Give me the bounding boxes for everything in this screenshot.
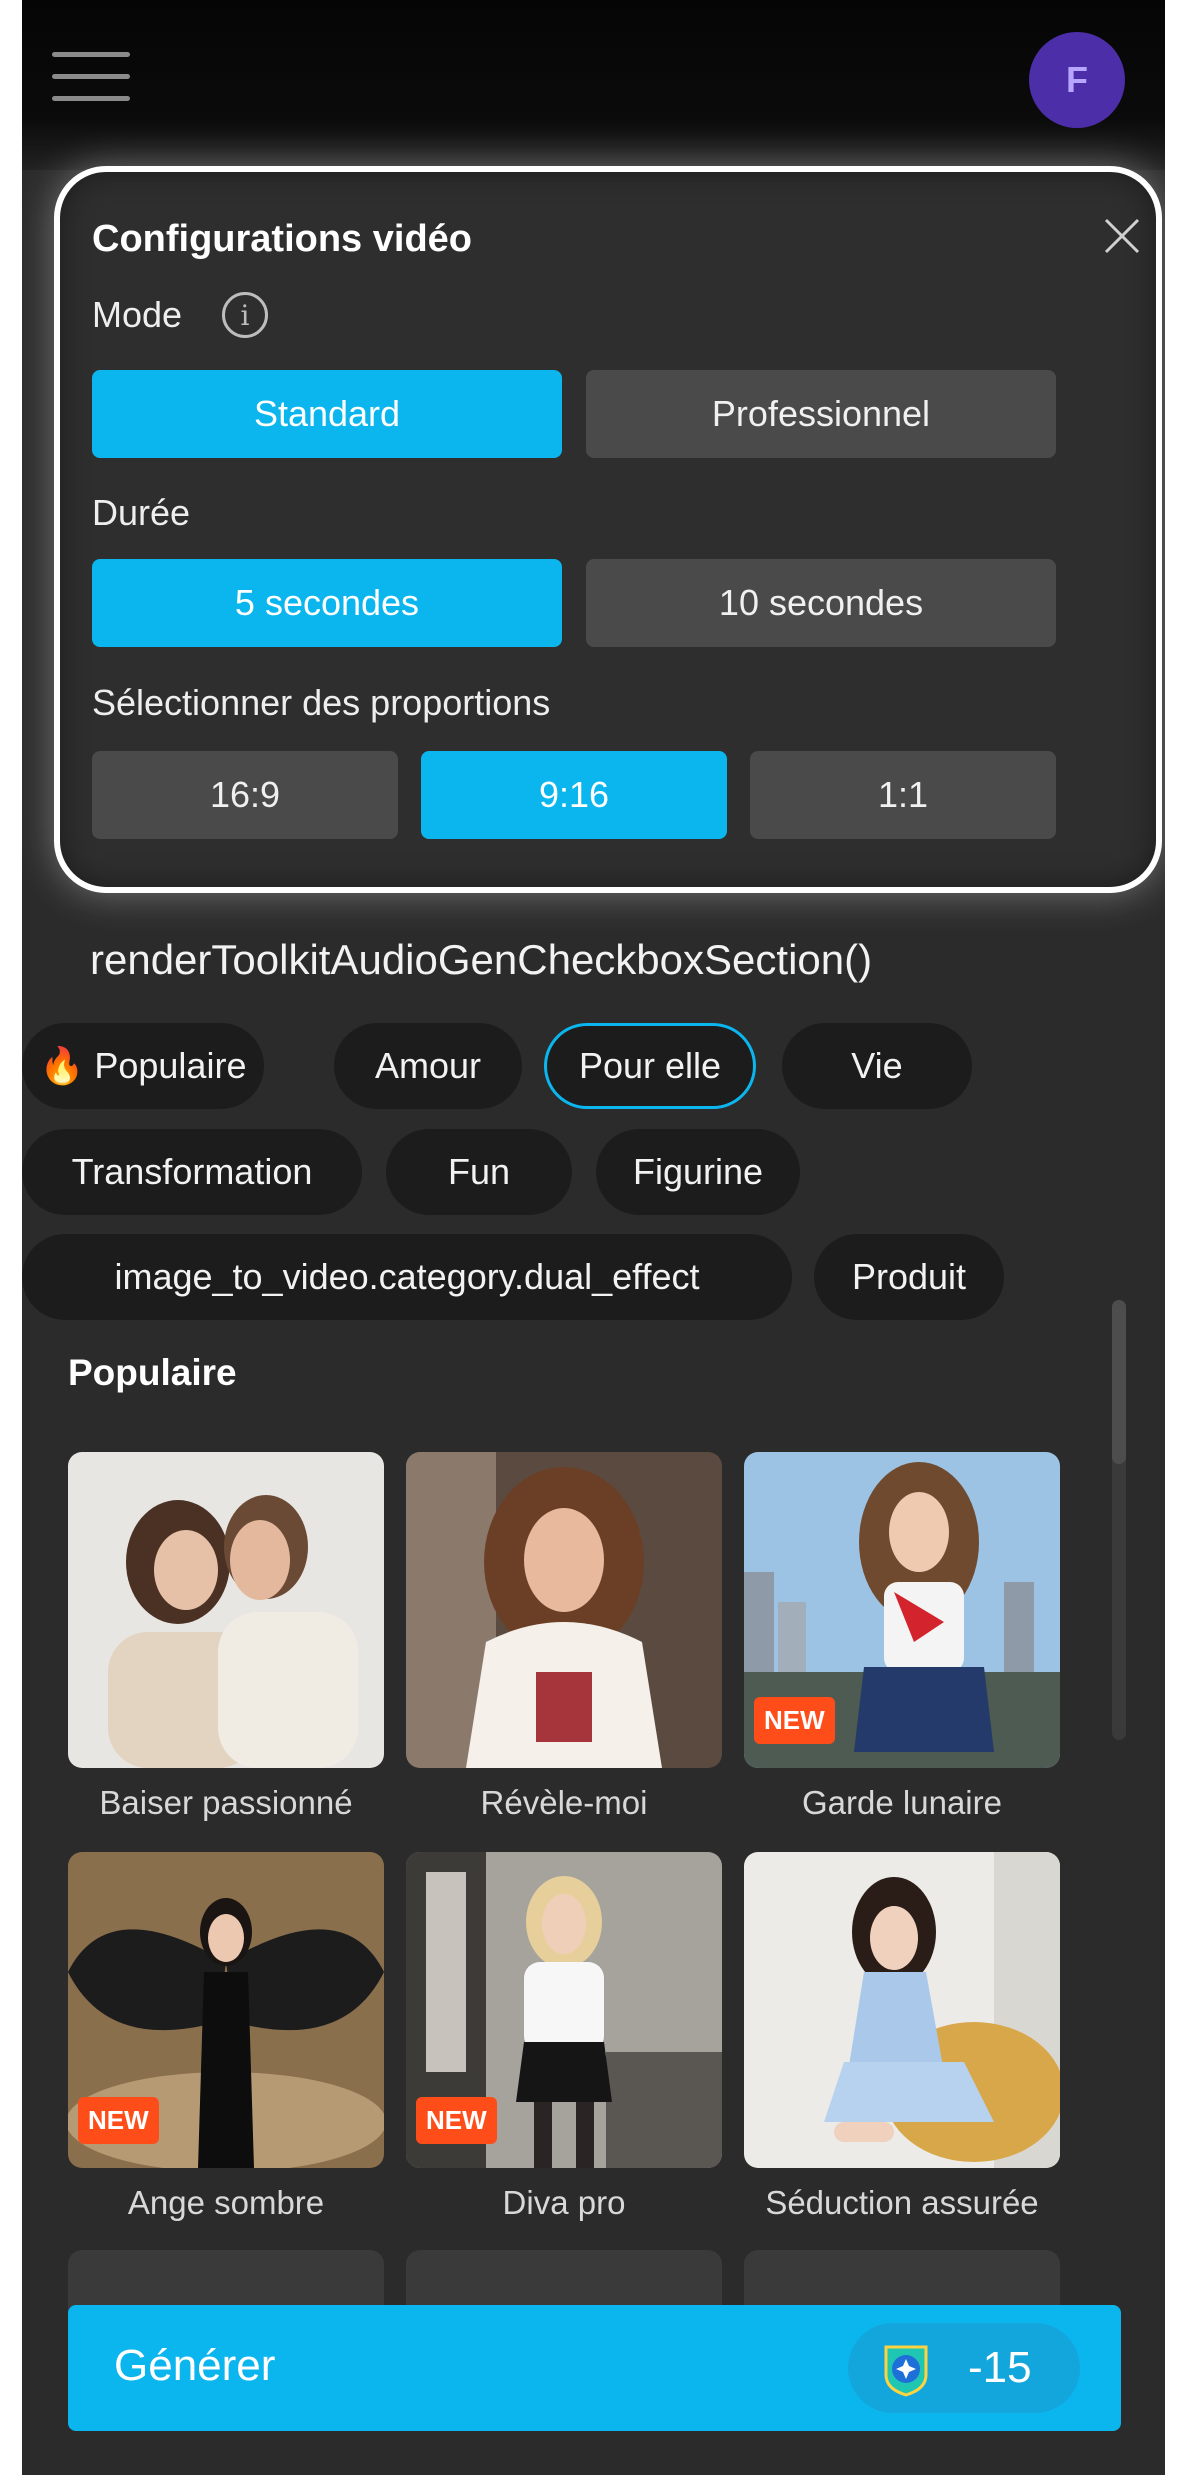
category-chip-populaire[interactable]: 🔥 Populaire	[22, 1023, 264, 1109]
template-thumbnail	[744, 1852, 1060, 2168]
top-bar: F	[22, 0, 1165, 170]
category-chip-vie[interactable]: Vie	[782, 1023, 972, 1109]
mode-standard-button[interactable]: Standard	[92, 370, 562, 458]
scrollbar-thumb[interactable]	[1112, 1300, 1126, 1464]
new-badge: NEW	[78, 2097, 159, 2144]
avatar[interactable]: F	[1029, 32, 1125, 128]
template-card-baiser-passionne[interactable]: Baiser passionné	[68, 1452, 384, 1822]
generate-label: Générer	[114, 2341, 276, 2390]
template-thumbnail: NEW	[68, 1852, 384, 2168]
template-card-ange-sombre[interactable]: NEW Ange sombre	[68, 1852, 384, 2222]
mode-professional-button[interactable]: Professionnel	[586, 370, 1056, 458]
template-label: Séduction assurée	[765, 2184, 1039, 2221]
template-thumbnail	[68, 1452, 384, 1768]
template-label: Diva pro	[502, 2184, 626, 2221]
generate-button[interactable]: Générer -15	[68, 2305, 1121, 2431]
category-chip-dual-effect[interactable]: image_to_video.category.dual_effect	[22, 1234, 792, 1320]
new-badge: NEW	[416, 2097, 497, 2144]
close-icon[interactable]	[1100, 214, 1144, 258]
template-thumbnail: NEW	[406, 1852, 722, 2168]
template-card-diva-pro[interactable]: NEW Diva pro	[406, 1852, 722, 2222]
ratio-1-1-button[interactable]: 1:1	[750, 751, 1056, 839]
app-screen: F Configurations vidéo Mode i Standard P…	[22, 0, 1165, 2475]
template-label: Révèle-moi	[480, 1784, 648, 1821]
template-thumbnail: NEW	[744, 1452, 1060, 1768]
category-chip-amour[interactable]: Amour	[334, 1023, 522, 1109]
new-badge: NEW	[754, 1697, 835, 1744]
template-label: Garde lunaire	[802, 1784, 1002, 1821]
ratio-9-16-button[interactable]: 9:16	[421, 751, 727, 839]
duration-10s-button[interactable]: 10 secondes	[586, 559, 1056, 647]
scrollbar[interactable]	[1112, 1300, 1126, 1740]
category-chip-fun[interactable]: Fun	[386, 1129, 572, 1215]
ratio-label: Sélectionner des proportions	[92, 682, 551, 723]
template-card-garde-lunaire[interactable]: NEW Garde lunaire	[744, 1452, 1060, 1822]
mode-label: Mode	[92, 294, 183, 335]
credit-cost: -15	[848, 2323, 1080, 2413]
section-title: Populaire	[68, 1352, 237, 1393]
credit-icon	[884, 2345, 928, 2397]
ratio-16-9-button[interactable]: 16:9	[92, 751, 398, 839]
panel-title: Configurations vidéo	[92, 218, 472, 260]
template-card-seduction-assuree[interactable]: Séduction assurée	[744, 1852, 1060, 2222]
category-chip-transformation[interactable]: Transformation	[22, 1129, 362, 1215]
duration-5s-button[interactable]: 5 secondes	[92, 559, 562, 647]
category-chip-figurine[interactable]: Figurine	[596, 1129, 800, 1215]
info-icon[interactable]: i	[222, 292, 268, 338]
credit-cost-value: -15	[968, 2343, 1032, 2392]
audio-section-placeholder: renderToolkitAudioGenCheckboxSection()	[90, 936, 873, 983]
menu-icon[interactable]	[52, 52, 130, 106]
template-label: Baiser passionné	[99, 1784, 353, 1821]
video-settings-panel: Configurations vidéo Mode i Standard Pro…	[54, 166, 1162, 893]
template-label: Ange sombre	[127, 2184, 325, 2221]
template-thumbnail	[406, 1452, 722, 1768]
category-chip-pour-elle[interactable]: Pour elle	[544, 1023, 756, 1109]
duration-label: Durée	[92, 492, 191, 533]
template-card-revele-moi[interactable]: Révèle-moi	[406, 1452, 722, 1822]
category-chip-produit[interactable]: Produit	[814, 1234, 1004, 1320]
